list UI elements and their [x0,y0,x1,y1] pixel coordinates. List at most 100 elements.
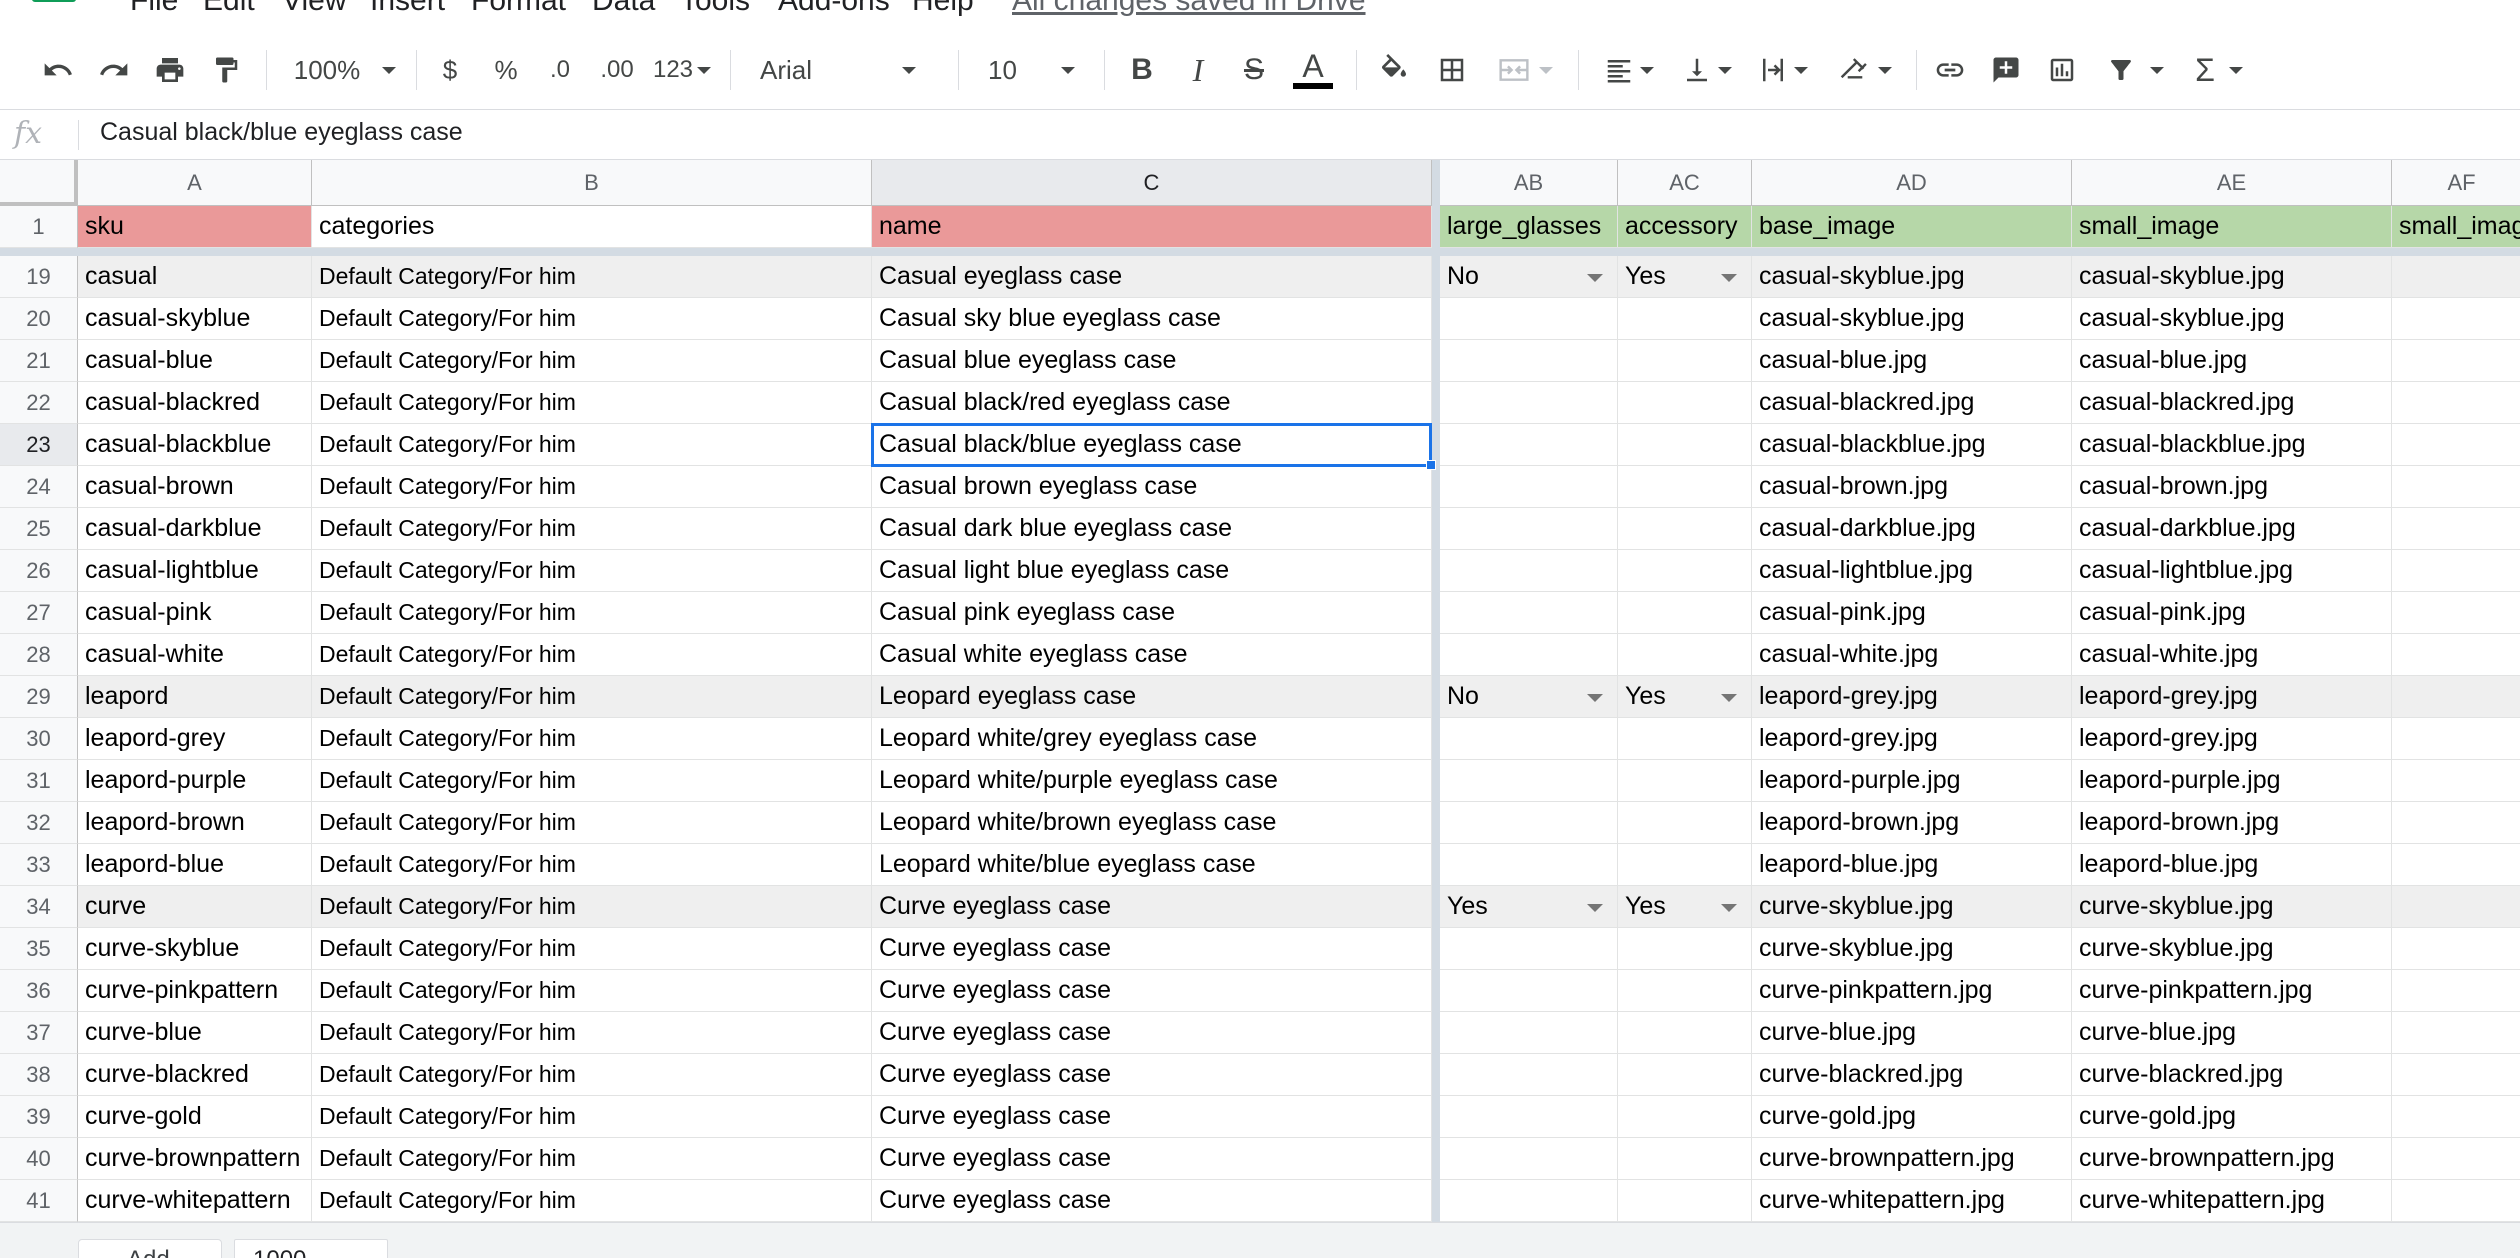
table-cell[interactable] [2392,298,2520,340]
bold-button[interactable]: B [1124,50,1160,90]
table-cell[interactable]: leapord-purple [78,760,312,802]
decrease-decimals-button[interactable]: .0 [540,50,580,90]
table-cell[interactable] [1618,592,1752,634]
header-cell[interactable]: categories [312,206,872,248]
table-cell[interactable]: leapord-purple.jpg [1752,760,2072,802]
menu-addons[interactable]: Add-ons [778,0,890,18]
menu-view[interactable]: View [282,0,346,18]
table-cell[interactable]: Default Category/For him [312,886,872,928]
table-cell[interactable]: curve-skyblue.jpg [2072,928,2392,970]
table-cell[interactable] [1618,718,1752,760]
save-status-link[interactable]: All changes saved in Drive [1012,0,1366,18]
table-cell[interactable] [1440,340,1618,382]
table-cell[interactable] [1618,508,1752,550]
table-cell[interactable]: Default Category/For him [312,592,872,634]
table-cell[interactable]: Curve eyeglass case [872,1138,1432,1180]
table-cell[interactable]: curve-gold.jpg [1752,1096,2072,1138]
table-cell[interactable]: Default Category/For him [312,424,872,466]
select-all-corner[interactable] [0,160,78,206]
table-cell[interactable]: leapord-grey [78,718,312,760]
table-cell[interactable]: Casual pink eyeglass case [872,592,1432,634]
table-cell[interactable]: Curve eyeglass case [872,886,1432,928]
table-cell[interactable] [2392,1096,2520,1138]
font-size-select[interactable]: 10 [988,50,1088,90]
table-cell[interactable] [1440,718,1618,760]
table-cell[interactable]: casual-lightblue [78,550,312,592]
row-header[interactable]: 34 [0,886,78,928]
table-cell[interactable]: curve-brownpattern.jpg [1752,1138,2072,1180]
print-icon[interactable] [150,50,190,90]
table-cell[interactable]: casual-blackblue.jpg [1752,424,2072,466]
table-cell[interactable]: Curve eyeglass case [872,1180,1432,1222]
table-cell[interactable]: curve-pinkpattern [78,970,312,1012]
table-cell[interactable] [2392,508,2520,550]
table-cell[interactable] [1618,1138,1752,1180]
percent-format-button[interactable]: % [488,50,524,90]
dropdown-arrow-icon[interactable] [1587,903,1603,912]
table-cell[interactable] [1618,1180,1752,1222]
table-cell[interactable]: leapord [78,676,312,718]
table-cell[interactable] [1618,1096,1752,1138]
insert-chart-icon[interactable] [2042,50,2082,90]
table-cell[interactable] [2392,382,2520,424]
add-rows-button[interactable]: Add [78,1239,222,1258]
table-cell[interactable]: Casual black/blue eyeglass case [872,424,1432,466]
table-cell[interactable]: Default Category/For him [312,1180,872,1222]
text-wrapping-icon[interactable] [1752,50,1814,90]
table-cell[interactable] [2392,550,2520,592]
header-cell[interactable]: sku [78,206,312,248]
row-header[interactable]: 31 [0,760,78,802]
row-header[interactable]: 40 [0,1138,78,1180]
table-cell[interactable]: curve-whitepattern.jpg [1752,1180,2072,1222]
table-cell[interactable]: Default Category/For him [312,676,872,718]
table-cell[interactable] [2392,928,2520,970]
table-cell[interactable]: curve [78,886,312,928]
table-cell[interactable]: casual-skyblue.jpg [2072,256,2392,298]
table-cell[interactable]: casual-skyblue.jpg [2072,298,2392,340]
table-cell[interactable] [1618,340,1752,382]
table-cell[interactable] [1618,1054,1752,1096]
column-header-ae[interactable]: AE [2072,160,2392,206]
table-cell[interactable] [2392,1138,2520,1180]
table-cell[interactable]: curve-blue.jpg [2072,1012,2392,1054]
table-cell[interactable]: casual-darkblue.jpg [1752,508,2072,550]
functions-button[interactable]: Σ [2184,50,2254,90]
table-cell[interactable]: Leopard white/purple eyeglass case [872,760,1432,802]
table-cell[interactable]: Casual white eyeglass case [872,634,1432,676]
row-header[interactable]: 41 [0,1180,78,1222]
currency-format-button[interactable]: $ [432,50,468,90]
table-cell[interactable]: curve-whitepattern.jpg [2072,1180,2392,1222]
horizontal-align-icon[interactable] [1598,50,1660,90]
column-header-ab[interactable]: AB [1440,160,1618,206]
menu-file[interactable]: File [130,0,178,18]
redo-icon[interactable] [94,50,134,90]
table-cell[interactable] [2392,634,2520,676]
table-cell[interactable]: leapord-brown [78,802,312,844]
table-cell[interactable]: Casual black/red eyeglass case [872,382,1432,424]
table-cell[interactable]: casual-lightblue.jpg [1752,550,2072,592]
frozen-column-divider[interactable] [1432,160,1440,1222]
column-header-b[interactable]: B [312,160,872,206]
table-cell[interactable]: Curve eyeglass case [872,1054,1432,1096]
table-cell[interactable] [1618,1012,1752,1054]
table-cell[interactable]: Default Category/For him [312,718,872,760]
table-cell[interactable]: casual-skyblue [78,298,312,340]
table-cell[interactable] [1440,508,1618,550]
row-header[interactable]: 27 [0,592,78,634]
table-cell[interactable]: Leopard white/brown eyeglass case [872,802,1432,844]
table-cell[interactable] [2392,256,2520,298]
formula-input[interactable]: Casual black/blue eyeglass case [100,118,463,147]
frozen-row-divider[interactable] [0,248,2520,256]
table-cell[interactable] [1440,802,1618,844]
table-cell[interactable] [2392,970,2520,1012]
row-header[interactable]: 22 [0,382,78,424]
table-cell[interactable]: Default Category/For him [312,1054,872,1096]
table-cell[interactable] [2392,1054,2520,1096]
table-cell[interactable] [2392,592,2520,634]
table-cell[interactable]: casual-white [78,634,312,676]
table-cell[interactable] [2392,340,2520,382]
table-cell[interactable]: casual-pink [78,592,312,634]
table-cell[interactable]: Default Category/For him [312,970,872,1012]
table-cell[interactable] [1618,970,1752,1012]
table-cell[interactable]: leapord-blue.jpg [1752,844,2072,886]
